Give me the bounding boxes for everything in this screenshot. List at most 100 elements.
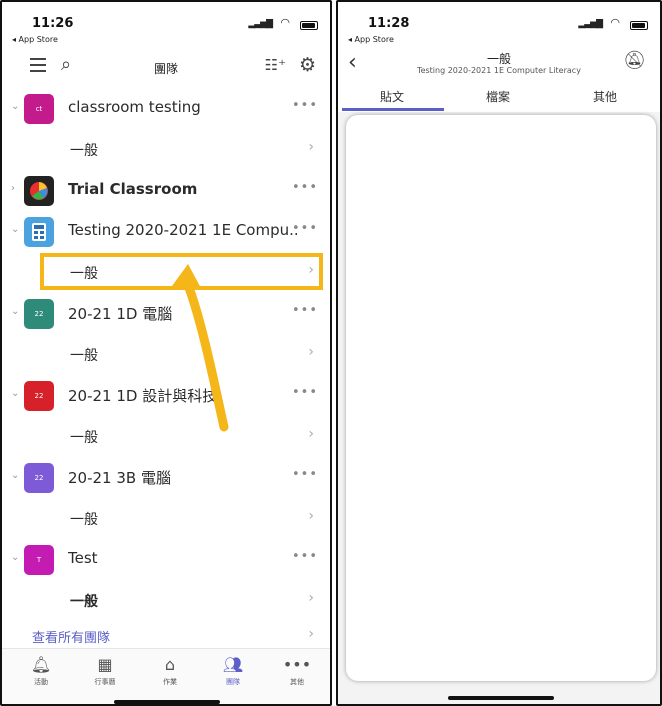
team-row[interactable]: ⌄ ct classroom testing •••: [2, 88, 330, 129]
tab-calendar[interactable]: ▦ 行事曆: [80, 655, 130, 687]
chevron-right-icon: ›: [308, 344, 314, 360]
active-tab-indicator: [342, 108, 444, 111]
status-time: 11:28: [368, 16, 410, 31]
channel-header: ‹ 一般 Testing 2020-2021 1E Computer Liter…: [338, 48, 660, 82]
chevron-icon[interactable]: ›: [11, 183, 15, 194]
chevron-right-icon: ›: [308, 508, 314, 524]
channel-title: 一般: [486, 52, 511, 66]
signal-icon: ▂▃▅▇: [248, 19, 273, 29]
home-indicator: [114, 700, 220, 704]
battery-icon: [630, 21, 648, 30]
channel-row[interactable]: 一般 ›: [2, 129, 330, 170]
team-name: 20-21 1D 設計與科技: [68, 387, 218, 405]
loading-card: [346, 115, 656, 681]
tab-other[interactable]: 其他: [593, 88, 617, 105]
home-indicator: [448, 696, 554, 700]
wifi-icon: ◠: [610, 16, 620, 29]
add-team-icon[interactable]: ☷⁺: [265, 56, 286, 74]
channel-name: 一般: [70, 512, 98, 528]
more-options-icon[interactable]: •••: [292, 385, 318, 400]
team-avatar: [24, 176, 54, 206]
more-options-icon[interactable]: •••: [292, 549, 318, 564]
tab-files[interactable]: 檔案: [486, 88, 510, 105]
chevron-icon[interactable]: ⌄: [11, 388, 19, 399]
tab-label: 團隊: [226, 678, 240, 686]
channel-row[interactable]: 一般 ›: [2, 252, 330, 293]
channel-name: 一般: [70, 266, 98, 282]
team-row[interactable]: ⌄ 22 20-21 3B 電腦 •••: [2, 457, 330, 498]
tab-label: 作業: [163, 678, 177, 686]
chevron-right-icon: ›: [308, 426, 314, 442]
team-name: classroom testing: [68, 98, 201, 116]
chevron-right-icon: ›: [308, 590, 314, 606]
team-subtitle: Testing 2020-2021 1E Computer Literacy: [417, 66, 581, 75]
back-to-app-store-link[interactable]: ◂ App Store: [12, 35, 58, 44]
chevron-right-icon: ›: [308, 262, 314, 278]
team-avatar: T: [24, 545, 54, 575]
chevron-icon[interactable]: ⌄: [11, 470, 19, 481]
channel-row[interactable]: 一般 ›: [2, 498, 330, 539]
team-avatar: 22: [24, 381, 54, 411]
team-name: Trial Classroom: [68, 180, 198, 198]
team-avatar: 22: [24, 463, 54, 493]
bell-off-icon[interactable]: 🔕︎: [623, 50, 646, 71]
battery-icon: [300, 21, 318, 30]
tab-teams[interactable]: 👥︎ 團隊: [208, 655, 258, 687]
team-row[interactable]: ⌄ T Test •••: [2, 539, 330, 580]
calendar-icon: ▦: [97, 655, 113, 674]
team-name: Testing 2020-2021 1E Compu...: [68, 221, 298, 239]
bell-icon: 🔔︎: [30, 655, 52, 674]
channel-tabs: 貼文 檔案 其他: [338, 84, 660, 112]
channel-name: 一般: [70, 143, 98, 159]
status-bar: 11:28 ◂ App Store ▂▃▅▇ ◠: [338, 8, 660, 44]
chevron-icon[interactable]: ⌄: [11, 101, 19, 112]
team-row[interactable]: ⌄ 22 20-21 1D 設計與科技 •••: [2, 375, 330, 416]
team-avatar: 22: [24, 299, 54, 329]
more-icon: •••: [282, 655, 312, 674]
chevron-right-icon: ›: [308, 139, 314, 155]
channel-screen: 11:28 ◂ App Store ▂▃▅▇ ◠ ‹ 一般 Testing 20…: [336, 0, 662, 706]
team-row[interactable]: ⌄ Testing 2020-2021 1E Compu... •••: [2, 211, 330, 252]
chevron-right-icon: ›: [308, 626, 314, 642]
team-avatar: ct: [24, 94, 54, 124]
signal-icon: ▂▃▅▇: [578, 19, 603, 29]
chevron-icon[interactable]: ⌄: [11, 224, 19, 235]
backpack-icon: ⌂: [164, 655, 176, 674]
chevron-icon[interactable]: ⌄: [11, 306, 19, 317]
team-name: 20-21 3B 電腦: [68, 469, 171, 487]
more-options-icon[interactable]: •••: [292, 180, 318, 195]
tab-posts[interactable]: 貼文: [380, 88, 404, 105]
status-time: 11:26: [32, 16, 74, 31]
teams-icon: 👥︎: [222, 655, 244, 674]
team-name: 20-21 1D 電腦: [68, 305, 173, 323]
tab-assignments[interactable]: ⌂ 作業: [145, 655, 195, 687]
team-name: Test: [68, 549, 98, 567]
tab-more[interactable]: ••• 其他: [272, 655, 322, 687]
more-options-icon[interactable]: •••: [292, 467, 318, 482]
more-options-icon[interactable]: •••: [292, 303, 318, 318]
channel-name: 一般: [70, 430, 98, 446]
see-all-teams-link[interactable]: 查看所有團隊: [32, 627, 110, 646]
wifi-icon: ◠: [280, 16, 290, 29]
teams-list: ⌄ ct classroom testing ••• 一般 › › Trial Classro…: [2, 88, 330, 621]
channel-row[interactable]: 一般 ›: [2, 580, 330, 621]
team-row[interactable]: ⌄ 22 20-21 1D 電腦 •••: [2, 293, 330, 334]
team-avatar: [24, 217, 54, 247]
tab-activity[interactable]: 🔔︎ 活動: [16, 655, 66, 687]
teams-list-screen: 11:26 ◂ App Store ▂▃▅▇ ◠ ⌕ 團隊 ☷⁺ ⚙ ⌄ ct cl…: [0, 0, 332, 706]
channel-name: 一般: [70, 594, 98, 610]
more-options-icon[interactable]: •••: [292, 221, 318, 236]
more-options-icon[interactable]: •••: [292, 98, 318, 113]
tab-label: 行事曆: [94, 678, 116, 686]
channel-row[interactable]: 一般 ›: [2, 334, 330, 375]
channel-name: 一般: [70, 348, 98, 364]
chevron-icon[interactable]: ⌄: [11, 552, 19, 563]
teams-header: ⌕ 團隊 ☷⁺ ⚙: [2, 52, 330, 82]
gear-icon[interactable]: ⚙: [299, 54, 316, 76]
tab-label: 其他: [290, 678, 304, 686]
back-to-app-store-link[interactable]: ◂ App Store: [348, 35, 394, 44]
channel-row[interactable]: 一般 ›: [2, 416, 330, 457]
bottom-tab-bar: 🔔︎ 活動 ▦ 行事曆 ⌂ 作業 👥︎ 團隊 ••• 其他: [2, 648, 330, 704]
status-bar: 11:26 ◂ App Store ▂▃▅▇ ◠: [2, 8, 330, 44]
team-row[interactable]: › Trial Classroom •••: [2, 170, 330, 211]
